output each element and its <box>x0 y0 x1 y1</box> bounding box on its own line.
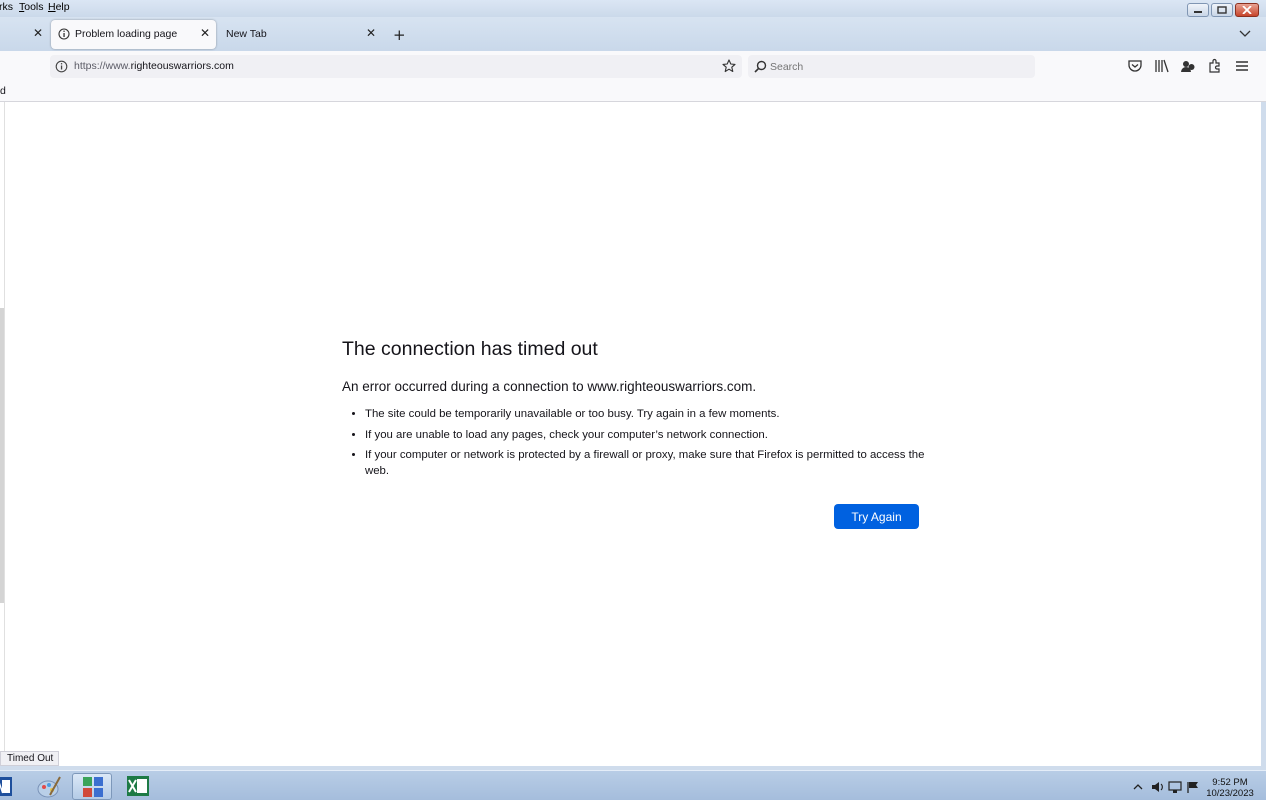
close-tab-icon[interactable]: ✕ <box>200 26 210 40</box>
minimize-icon <box>1194 11 1202 13</box>
show-hidden-icons-icon[interactable] <box>1133 782 1147 794</box>
taskbar-control-panel[interactable] <box>72 773 112 800</box>
tab-problem-loading[interactable]: Problem loading page ✕ <box>51 20 216 49</box>
paint-icon <box>37 776 61 798</box>
clock-time: 9:52 PM <box>1212 777 1248 788</box>
close-icon <box>1242 6 1252 14</box>
bookmark-star-icon[interactable] <box>722 59 736 73</box>
menu-icon[interactable] <box>1234 58 1252 76</box>
url-text: https://www.righteouswarriors.com <box>74 60 234 72</box>
minimize-button[interactable] <box>1187 3 1209 17</box>
restore-button[interactable] <box>1211 3 1233 17</box>
close-tab-icon[interactable]: ✕ <box>366 26 376 40</box>
error-short-description: An error occurred during a connection to… <box>342 379 757 394</box>
close-tab-icon[interactable]: ✕ <box>33 26 43 40</box>
tab-strip: ✕ Problem loading page ✕ New Tab ✕ + <box>0 17 1266 51</box>
status-panel: Timed Out <box>0 751 60 766</box>
sidebar-scrollbar[interactable] <box>0 308 4 603</box>
control-panel-icon <box>83 777 103 797</box>
tab-label: Problem loading page <box>75 28 178 40</box>
taskbar-word[interactable] <box>0 773 16 800</box>
url-bar[interactable]: https://www.righteouswarriors.com <box>50 55 742 78</box>
tab-previous[interactable]: ✕ <box>0 20 50 49</box>
try-again-button[interactable]: Try Again <box>834 504 919 529</box>
bookmark-item[interactable]: d <box>0 85 6 97</box>
info-icon <box>58 28 70 40</box>
list-item: If you are unable to load any pages, che… <box>365 428 925 444</box>
library-icon[interactable] <box>1154 58 1172 76</box>
tab-label: New Tab <box>226 28 267 40</box>
excel-icon <box>127 776 149 796</box>
taskbar-paint[interactable] <box>30 773 70 800</box>
search-bar[interactable] <box>748 55 1035 78</box>
tab-new-tab[interactable]: New Tab ✕ <box>218 20 383 49</box>
account-icon[interactable] <box>1180 58 1198 76</box>
navigation-bar: https://www.righteouswarriors.com <box>0 51 1266 82</box>
action-center-flag-icon[interactable] <box>1186 781 1200 793</box>
title-menu-bar: rks Tools Help <box>0 0 1266 17</box>
restore-icon <box>1217 6 1227 14</box>
window-frame-right <box>1261 102 1266 766</box>
search-input[interactable] <box>770 59 1020 74</box>
taskbar-excel[interactable] <box>118 773 158 800</box>
close-window-button[interactable] <box>1235 3 1259 17</box>
list-item: The site could be temporarily unavailabl… <box>365 407 925 423</box>
site-info-icon[interactable] <box>55 60 68 73</box>
volume-icon[interactable] <box>1151 781 1165 793</box>
pocket-icon[interactable] <box>1127 58 1145 76</box>
list-item: If your computer or network is protected… <box>365 448 925 479</box>
clock-date: 10/23/2023 <box>1206 788 1254 799</box>
search-icon <box>754 60 767 73</box>
error-title: The connection has timed out <box>342 338 598 360</box>
new-tab-icon[interactable]: + <box>393 26 406 44</box>
word-icon <box>0 777 12 796</box>
system-clock[interactable]: 9:52 PM 10/23/2023 <box>1202 777 1258 799</box>
menu-tools[interactable]: Tools <box>19 1 44 13</box>
page-content: The connection has timed out An error oc… <box>0 102 1261 766</box>
bookmarks-bar: d <box>0 82 1266 102</box>
menu-help[interactable]: Help <box>48 1 70 13</box>
menu-bookmarks[interactable]: rks <box>0 1 13 13</box>
error-suggestions-list: The site could be temporarily unavailabl… <box>365 407 925 484</box>
list-all-tabs-icon[interactable] <box>1239 30 1251 38</box>
network-icon[interactable] <box>1168 781 1182 793</box>
taskbar: 9:52 PM 10/23/2023 <box>0 770 1266 800</box>
extensions-icon[interactable] <box>1207 58 1225 76</box>
